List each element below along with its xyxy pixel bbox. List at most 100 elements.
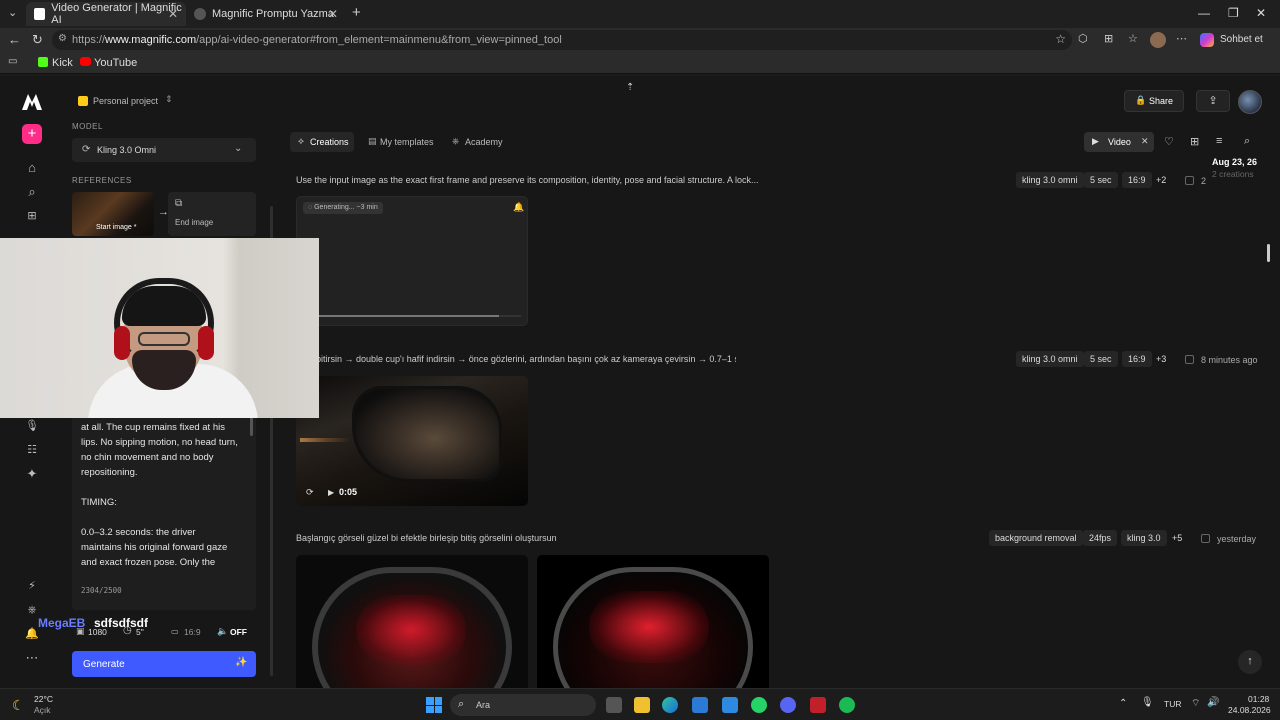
microphone-icon[interactable]: 🎙 bbox=[24, 418, 40, 434]
notify-bell-icon[interactable]: 🔔 bbox=[513, 202, 524, 213]
prompt-line: and exact frozen pose. Only the bbox=[81, 557, 216, 568]
sparkle-icon[interactable]: ✦ bbox=[24, 466, 40, 482]
search-icon[interactable]: ⌕ bbox=[24, 184, 40, 200]
spotify-icon[interactable] bbox=[839, 697, 855, 713]
prompt-scrollbar[interactable] bbox=[250, 416, 253, 436]
end-image-slot[interactable]: ⧉ End image bbox=[168, 192, 256, 236]
new-creation-button[interactable]: + bbox=[22, 124, 42, 144]
chevron-down-icon: ⌄ bbox=[234, 143, 243, 154]
whatsapp-icon[interactable] bbox=[751, 697, 767, 713]
car-mirror-shape bbox=[352, 386, 502, 482]
profile-avatar[interactable] bbox=[1150, 32, 1166, 48]
collections-icon[interactable]: ⊞ bbox=[1104, 32, 1113, 45]
close-window-icon[interactable]: ✕ bbox=[1256, 6, 1266, 20]
search-creations-icon[interactable]: ⌕ bbox=[1244, 135, 1250, 148]
tab-video-generator[interactable]: Video Generator | Magnific AI ✕ bbox=[26, 2, 186, 26]
plug-icon[interactable]: ⚡ bbox=[24, 578, 40, 594]
task-view-icon[interactable] bbox=[606, 697, 622, 713]
edge-icon[interactable] bbox=[662, 697, 678, 713]
model-dropdown[interactable]: ⟳ Kling 3.0 Omni ⌄ bbox=[72, 138, 256, 162]
app-icon[interactable] bbox=[810, 697, 826, 713]
user-avatar[interactable] bbox=[1238, 90, 1262, 114]
clear-filter-icon[interactable]: ✕ bbox=[1141, 136, 1149, 147]
tray-chevron-icon[interactable]: ⌃ bbox=[1119, 698, 1127, 709]
bookmark-kick[interactable]: Kick bbox=[52, 57, 73, 69]
url-domain: www.magnific.com bbox=[105, 34, 197, 46]
copilot-icon[interactable] bbox=[1200, 33, 1214, 47]
more-icon[interactable]: ⋯ bbox=[24, 650, 40, 666]
creation-chip: background removal bbox=[989, 530, 1083, 546]
select-checkbox[interactable] bbox=[1185, 176, 1194, 185]
url-input[interactable]: ⚙ https://www.magnific.com/app/ai-video-… bbox=[52, 30, 1072, 50]
creation-chip: 5 sec bbox=[1084, 172, 1118, 188]
wifi-icon[interactable]: ⌔ bbox=[1191, 697, 1200, 710]
export-button[interactable]: ⇪ bbox=[1196, 90, 1230, 112]
creation-prompt[interactable]: Use the input image as the exact first f… bbox=[296, 175, 856, 185]
clock-date[interactable]: 24.08.2026 bbox=[1228, 705, 1271, 715]
tab-magnific-prompt[interactable]: Magnific Promptu Yazma ✕ bbox=[186, 2, 346, 26]
more-menu-icon[interactable]: ⋯ bbox=[1176, 32, 1187, 45]
site-info-icon[interactable]: ⚙ bbox=[58, 33, 67, 44]
tab-my-templates[interactable]: My templates bbox=[380, 137, 434, 147]
creation-chip: 16:9 bbox=[1122, 172, 1152, 188]
discord-icon[interactable] bbox=[780, 697, 796, 713]
result-thumbnail[interactable] bbox=[296, 555, 528, 688]
video-filter-chip[interactable]: ▶ Video ✕ bbox=[1084, 132, 1154, 152]
back-icon[interactable]: ← bbox=[8, 32, 21, 47]
tray-mic-icon[interactable]: 🎙 bbox=[1141, 697, 1154, 708]
taskbar-search[interactable]: ⌕ Ara bbox=[450, 694, 596, 716]
tab-list-chevron-icon[interactable]: ⌄ bbox=[8, 6, 17, 19]
file-explorer-icon[interactable] bbox=[634, 697, 650, 713]
progress-fill bbox=[303, 315, 499, 317]
scroll-to-top-button[interactable]: ↑ bbox=[1238, 650, 1262, 674]
project-chevron-icon[interactable]: ⇕ bbox=[165, 94, 173, 105]
clock-time[interactable]: 01:28 bbox=[1248, 694, 1269, 704]
close-tab-icon[interactable]: ✕ bbox=[328, 7, 338, 21]
ratio-value[interactable]: 16:9 bbox=[184, 627, 201, 637]
new-tab-icon[interactable]: + bbox=[352, 4, 361, 21]
generating-card[interactable]: ◌ Generating... ~3 min 🔔 bbox=[296, 196, 528, 326]
tab-academy[interactable]: Academy bbox=[465, 137, 503, 147]
minimize-icon[interactable]: — bbox=[1198, 6, 1210, 20]
creation-prompt[interactable]: Başlangıç görseli güzel bi efektle birle… bbox=[296, 533, 796, 543]
home-icon[interactable]: ⌂ bbox=[24, 160, 40, 176]
favorites-icon[interactable]: ☆ bbox=[1128, 32, 1138, 45]
weather-icon: ☾ bbox=[12, 697, 25, 713]
start-button[interactable] bbox=[426, 697, 442, 713]
grid-view-icon[interactable]: ⊞ bbox=[1190, 135, 1199, 148]
project-selector[interactable]: Personal project bbox=[93, 96, 158, 106]
sort-icon[interactable]: ≡ bbox=[1216, 135, 1222, 147]
edit-list-icon[interactable]: ☷ bbox=[24, 442, 40, 458]
extensions-icon[interactable]: ⬡ bbox=[1078, 32, 1088, 45]
creation-prompt[interactable]: ...nu bitirsin → double cup'ı hafif indi… bbox=[296, 354, 736, 364]
weather-temp[interactable]: 22°C bbox=[34, 694, 53, 704]
creation-chip: kling 3.0 bbox=[1121, 530, 1167, 546]
bookmark-star-icon[interactable]: ☆ bbox=[1055, 32, 1066, 46]
close-tab-icon[interactable]: ✕ bbox=[168, 7, 178, 21]
select-checkbox[interactable] bbox=[1185, 355, 1194, 364]
audio-value[interactable]: OFF bbox=[230, 627, 247, 637]
webcam-overlay bbox=[0, 238, 319, 418]
start-image-slot[interactable]: Start image * bbox=[72, 192, 154, 236]
video-thumbnail[interactable]: ⟳ ▶ 0:05 bbox=[296, 376, 528, 506]
share-button[interactable]: 🔒 Share bbox=[1124, 90, 1184, 112]
store-icon[interactable] bbox=[692, 697, 708, 713]
generate-button[interactable]: Generate ✨ bbox=[72, 651, 256, 677]
select-checkbox[interactable] bbox=[1201, 534, 1210, 543]
language-indicator[interactable]: TUR bbox=[1164, 699, 1181, 709]
tab-title: Video Generator | Magnific AI bbox=[51, 2, 182, 26]
volume-icon[interactable]: 🔊 bbox=[1207, 697, 1219, 708]
prompt-textarea[interactable]: at all. The cup remains fixed at his lip… bbox=[72, 396, 256, 610]
bookmark-youtube[interactable]: YouTube bbox=[94, 57, 137, 69]
magnific-logo-icon[interactable] bbox=[22, 94, 42, 110]
mail-icon[interactable] bbox=[722, 697, 738, 713]
main-scrollbar[interactable] bbox=[1267, 244, 1270, 262]
read-mode-icon[interactable]: ▭ bbox=[8, 56, 17, 67]
favorites-filter-icon[interactable]: ♡ bbox=[1164, 135, 1174, 148]
refresh-icon[interactable]: ↻ bbox=[32, 32, 43, 48]
result-thumbnail[interactable] bbox=[537, 555, 769, 688]
copilot-label[interactable]: Sohbet et bbox=[1220, 34, 1263, 45]
tab-creations[interactable]: ⟡ Creations bbox=[290, 132, 354, 152]
apps-grid-icon[interactable]: ⊞ bbox=[24, 208, 40, 224]
restore-icon[interactable]: ❐ bbox=[1228, 6, 1239, 20]
